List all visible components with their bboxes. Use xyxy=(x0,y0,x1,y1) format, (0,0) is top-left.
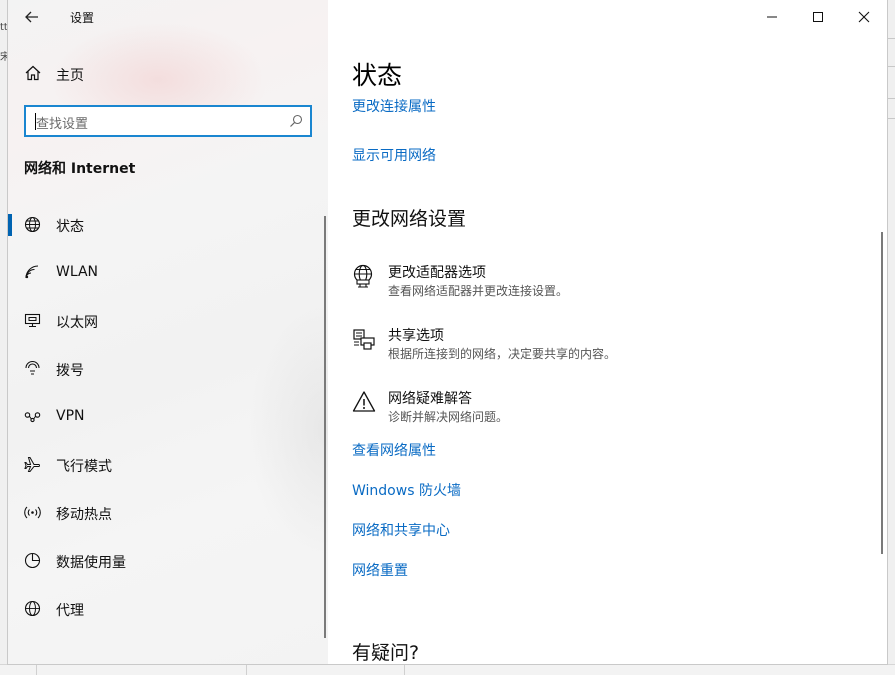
globe-icon xyxy=(24,216,41,233)
background-text-fragment: tt xyxy=(0,22,8,33)
home-icon xyxy=(25,65,41,81)
background-app-right-edge xyxy=(887,0,895,675)
sidebar-item-label: 飞行模式 xyxy=(56,459,112,475)
sidebar-item-home[interactable]: 主页 xyxy=(24,62,314,86)
sidebar-item-label: WLAN xyxy=(56,264,99,280)
content-scrollbar[interactable] xyxy=(881,232,883,554)
selection-indicator xyxy=(8,214,12,236)
questions-heading: 有疑问? xyxy=(352,642,420,664)
show-available-networks-link[interactable]: 显示可用网络 xyxy=(352,145,436,165)
sidebar-item-label: 代理 xyxy=(56,603,84,619)
page-title: 状态 xyxy=(352,61,403,90)
sidebar-item-label: 移动热点 xyxy=(56,507,112,523)
option-title: 更改适配器选项 xyxy=(388,265,486,281)
change-adapter-options[interactable]: 更改适配器选项 查看网络适配器并更改连接设置。 xyxy=(352,262,832,310)
sidebar-nav-list: 状态 WLAN 以太网 拨号 VPN 飞行模式 移动热点 数据使用量 代理 xyxy=(8,200,326,632)
ethernet-icon xyxy=(24,313,41,328)
proxy-globe-icon xyxy=(24,600,41,617)
close-icon xyxy=(858,11,870,23)
network-troubleshooter[interactable]: 网络疑难解答 诊断并解决网络问题。 xyxy=(352,388,832,436)
option-title: 共享选项 xyxy=(388,328,444,344)
option-description: 查看网络适配器并更改连接设置。 xyxy=(388,284,569,298)
sidebar-item-label: 数据使用量 xyxy=(56,555,126,571)
main-content: 状态 更改连接属性 显示可用网络 更改网络设置 更改适配器选项 查看网络适配器并… xyxy=(328,0,887,664)
maximize-icon xyxy=(813,12,823,22)
sidebar-item-label: 以太网 xyxy=(56,315,98,331)
background-app-bottom-edge xyxy=(0,664,895,675)
adapter-globe-icon xyxy=(353,264,373,288)
background-app-left-edge: tt 宋 xyxy=(0,0,10,675)
view-network-properties-link[interactable]: 查看网络属性 xyxy=(352,440,436,460)
option-description: 诊断并解决网络问题。 xyxy=(388,410,509,424)
minimize-icon xyxy=(767,16,777,18)
warning-icon xyxy=(352,391,376,412)
airplane-icon xyxy=(24,457,40,472)
hotspot-icon xyxy=(24,506,41,519)
sidebar-section-title: 网络和 Internet xyxy=(24,161,136,177)
windows-firewall-link[interactable]: Windows 防火墙 xyxy=(352,480,461,500)
sidebar-item-vpn[interactable]: VPN xyxy=(8,392,326,440)
maximize-button[interactable] xyxy=(795,6,841,28)
network-sharing-center-link[interactable]: 网络和共享中心 xyxy=(352,520,450,540)
change-network-settings-heading: 更改网络设置 xyxy=(352,208,467,230)
settings-window: 设置 主页 查找设置 网络和 Internet 状态 WLAN 以太网 拨号 V… xyxy=(8,0,887,664)
option-title: 网络疑难解答 xyxy=(388,391,472,407)
network-reset-link[interactable]: 网络重置 xyxy=(352,560,408,580)
search-placeholder: 查找设置 xyxy=(36,117,89,132)
back-arrow-icon xyxy=(25,11,38,23)
data-usage-icon xyxy=(24,552,41,569)
sidebar-item-wlan[interactable]: WLAN xyxy=(8,248,326,296)
sidebar-item-label: 主页 xyxy=(56,68,84,84)
sidebar-item-data-usage[interactable]: 数据使用量 xyxy=(8,536,326,584)
sidebar-item-label: 拨号 xyxy=(56,363,84,379)
sidebar-item-ethernet[interactable]: 以太网 xyxy=(8,296,326,344)
sidebar: 设置 主页 查找设置 网络和 Internet 状态 WLAN 以太网 拨号 V… xyxy=(8,0,328,664)
sidebar-item-label: VPN xyxy=(56,408,85,424)
sidebar-item-mobile-hotspot[interactable]: 移动热点 xyxy=(8,488,326,536)
back-button[interactable] xyxy=(20,6,44,28)
close-button[interactable] xyxy=(841,6,887,28)
wifi-icon xyxy=(25,265,39,279)
sidebar-item-proxy[interactable]: 代理 xyxy=(8,584,326,632)
vpn-icon xyxy=(24,412,41,423)
option-description: 根据所连接到的网络，决定要共享的内容。 xyxy=(388,347,617,361)
minimize-button[interactable] xyxy=(749,6,795,28)
search-icon[interactable] xyxy=(289,114,303,128)
app-title: 设置 xyxy=(70,11,95,25)
sidebar-scrollbar[interactable] xyxy=(324,216,326,638)
sharing-printer-icon xyxy=(353,329,375,350)
change-connection-properties-link[interactable]: 更改连接属性 xyxy=(352,96,436,116)
search-input[interactable]: 查找设置 xyxy=(24,105,312,137)
sidebar-item-status[interactable]: 状态 xyxy=(8,200,326,248)
sidebar-item-airplane-mode[interactable]: 飞行模式 xyxy=(8,440,326,488)
dialup-icon xyxy=(25,360,40,375)
sidebar-item-dialup[interactable]: 拨号 xyxy=(8,344,326,392)
sidebar-item-label: 状态 xyxy=(56,219,84,235)
sharing-options[interactable]: 共享选项 根据所连接到的网络，决定要共享的内容。 xyxy=(352,325,832,373)
